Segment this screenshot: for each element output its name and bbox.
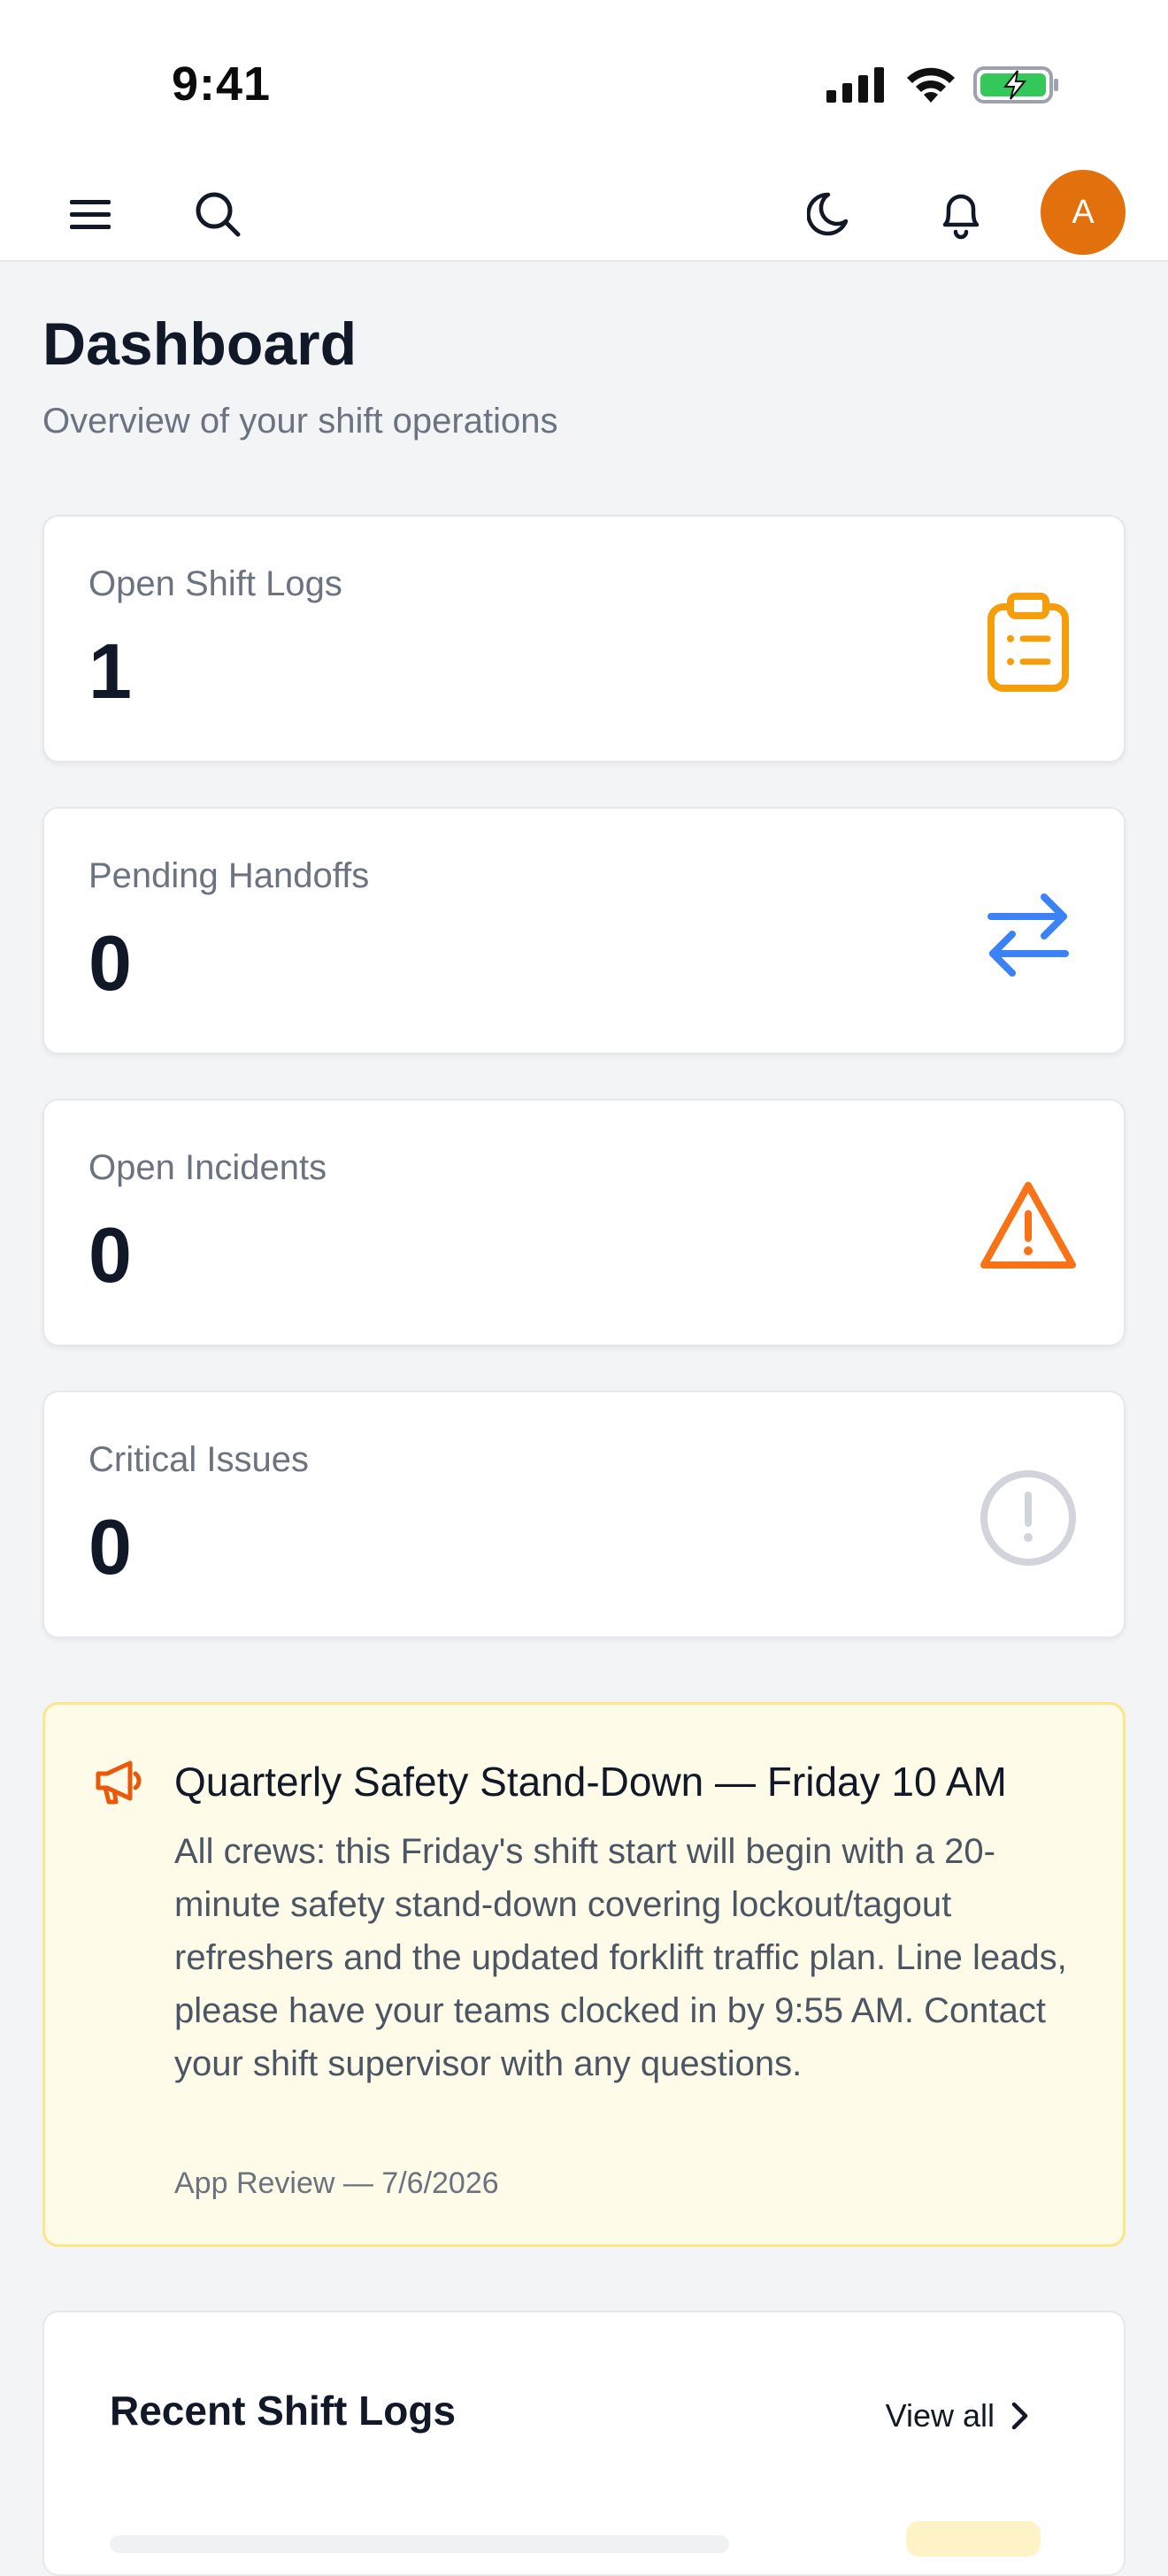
user-avatar[interactable]: A [1041, 170, 1126, 255]
status-icons [826, 65, 1060, 104]
arrows-exchange-icon [977, 883, 1080, 985]
stat-card-open-incidents[interactable]: Open Incidents 0 [42, 1099, 1126, 1346]
menu-button[interactable] [62, 186, 119, 242]
announcement-title: Quarterly Safety Stand-Down — Friday 10 … [174, 1759, 1007, 1805]
menu-icon [70, 200, 111, 229]
notifications-button[interactable] [933, 186, 989, 242]
status-badge [906, 2521, 1041, 2557]
alert-circle-icon [977, 1467, 1080, 1569]
status-time: 9:41 [172, 58, 272, 111]
stat-card-critical-issues[interactable]: Critical Issues 0 [42, 1391, 1126, 1638]
moon-icon [807, 192, 849, 236]
search-icon [196, 192, 241, 237]
stat-value: 1 [88, 627, 132, 715]
recent-shift-logs-card: Recent Shift Logs View all [42, 2311, 1126, 2576]
signal-icon [826, 67, 884, 103]
stat-label: Pending Handoffs [88, 856, 370, 895]
stat-value: 0 [88, 1211, 132, 1299]
megaphone-icon [91, 1754, 144, 1807]
bell-icon [942, 194, 980, 240]
view-all-label: View all [885, 2397, 995, 2434]
stat-label: Open Incidents [88, 1148, 327, 1187]
stat-card-open-shift-logs[interactable]: Open Shift Logs 1 [42, 515, 1126, 763]
warning-triangle-icon [977, 1175, 1080, 1277]
stat-label: Open Shift Logs [88, 564, 342, 603]
announcement-body: All crews: this Friday's shift start wil… [174, 1832, 1067, 2083]
wifi-icon [907, 67, 955, 103]
announcement-banner: Quarterly Safety Stand-Down — Friday 10 … [42, 1702, 1126, 2247]
chevron-right-icon [1011, 2402, 1028, 2430]
stat-value: 0 [88, 1503, 132, 1591]
clipboard-list-icon [977, 591, 1080, 694]
page-subtitle: Overview of your shift operations [42, 402, 558, 441]
page-title: Dashboard [42, 310, 357, 378]
list-item[interactable] [110, 2535, 729, 2553]
stat-value: 0 [88, 919, 132, 1007]
announcement-meta: App Review — 7/6/2026 [174, 2166, 499, 2200]
battery-charging-icon [973, 66, 1058, 104]
status-bar: 9:41 [0, 0, 1168, 168]
view-all-link[interactable]: View all [886, 2397, 1030, 2434]
recent-shift-logs-title: Recent Shift Logs [110, 2388, 457, 2434]
stat-label: Critical Issues [88, 1440, 309, 1479]
theme-toggle-button[interactable] [803, 186, 860, 242]
search-button[interactable] [189, 186, 246, 242]
top-app-bar: A [0, 168, 1168, 262]
stat-card-pending-handoffs[interactable]: Pending Handoffs 0 [42, 807, 1126, 1054]
